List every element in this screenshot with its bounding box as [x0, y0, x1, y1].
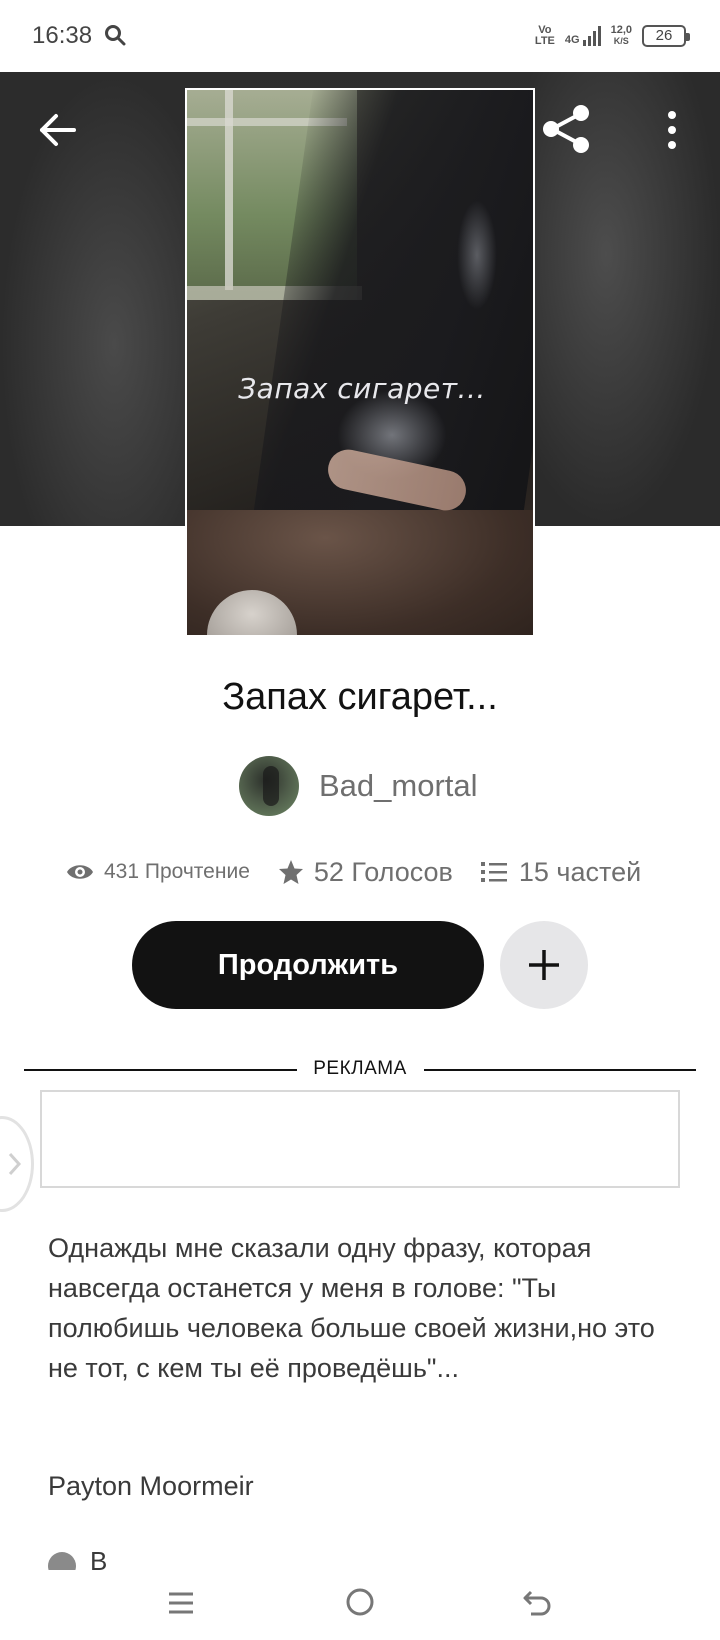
story-page: 16:38 Vo LTE 4G 12,0 K/S 26 Запах сигаре… [0, 0, 720, 1640]
book-cover: Запах сигарет... [185, 88, 535, 637]
more-vertical-icon[interactable] [660, 108, 684, 152]
home-circle-icon[interactable] [344, 1586, 376, 1618]
cover-smoke [457, 200, 497, 310]
star-icon [278, 860, 303, 884]
author-link[interactable]: Bad_mortal [239, 756, 478, 816]
parts-stat[interactable]: 15 частей [480, 856, 642, 888]
reads-stat: 431 Прочтение [66, 860, 250, 884]
list-icon [480, 862, 507, 882]
continue-reading-button[interactable]: Продолжить [132, 921, 484, 1009]
system-nav-bar [0, 1570, 720, 1640]
ad-slot[interactable] [40, 1090, 680, 1188]
votes-stat: 52 Голосов [278, 857, 453, 888]
volte-indicator: Vo LTE [534, 24, 555, 47]
net-speed: 12,0 K/S [611, 25, 632, 47]
network-indicator: 4G [565, 26, 601, 46]
author-name: Bad_mortal [319, 768, 478, 803]
add-to-library-button[interactable] [500, 921, 588, 1009]
signal-icon [582, 26, 601, 46]
battery-icon: 26 [642, 25, 690, 47]
back-icon[interactable] [522, 1586, 554, 1618]
votes-count: 52 Голосов [313, 856, 453, 887]
story-title: Запах сигарет... [222, 676, 498, 718]
story-stats: 431 Прочтение 52 Голосов 15 частей [66, 852, 666, 892]
parts-count: 15 частей [518, 856, 642, 887]
partial-row-text: В [90, 1550, 108, 1570]
status-bar: 16:38 Vo LTE 4G 12,0 K/S 26 [0, 0, 720, 72]
chevron-right-icon[interactable] [4, 1150, 24, 1178]
eye-icon [67, 865, 93, 879]
description-author: Payton Moormeir [48, 1471, 254, 1501]
reads-count: 431 Прочтение [104, 860, 250, 883]
net-speed-value: 12,0 [610, 24, 632, 36]
partial-row-icon [48, 1552, 76, 1570]
hero-blur [0, 72, 190, 526]
network-type: 4G [564, 34, 580, 46]
battery-level: 26 [655, 27, 673, 44]
arrow-left-icon[interactable] [36, 108, 80, 152]
cover-title: Запах сигарет... [238, 372, 486, 405]
search-icon [105, 25, 126, 46]
share-icon[interactable] [540, 102, 594, 156]
status-time: 16:38 [32, 22, 93, 49]
ad-label: РЕКЛАМА [313, 1058, 407, 1079]
partial-row: В [48, 1550, 248, 1570]
story-description: Однажды мне сказали одну фразу, которая … [48, 1233, 655, 1383]
net-speed-unit: K/S [613, 36, 629, 46]
menu-icon[interactable] [166, 1588, 196, 1618]
status-indicators: Vo LTE 4G 12,0 K/S 26 [534, 20, 690, 52]
avatar [239, 756, 299, 816]
plus-icon [529, 950, 559, 980]
